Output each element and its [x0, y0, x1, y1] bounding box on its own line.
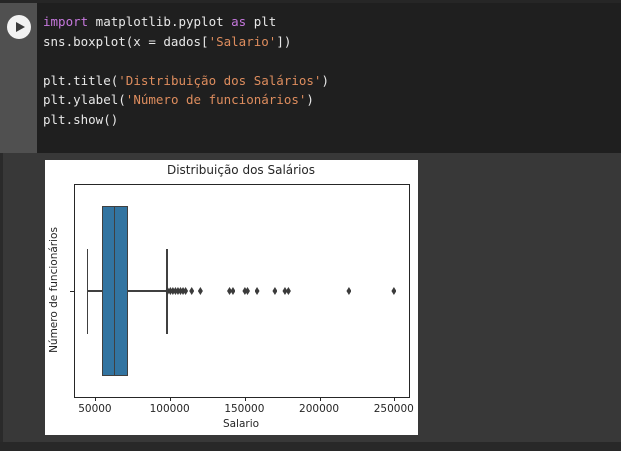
whisker-line-low: [87, 290, 102, 292]
code-token-plain: sns.boxplot(x = dados[: [43, 33, 209, 49]
notebook-background-strip: [0, 442, 621, 451]
x-tick-label: 50000: [78, 403, 112, 415]
code-token-plain: ]): [276, 33, 292, 49]
outlier-diamond: [183, 287, 189, 295]
code-token-string: 'Distribuição dos Salários': [118, 72, 322, 88]
outlier-diamond: [272, 287, 278, 295]
code-token-plain: plt: [246, 14, 277, 29]
outlier-diamond: [189, 287, 195, 295]
outlier-diamond: [197, 287, 203, 295]
code-token-string: 'Número de funcionários': [125, 92, 307, 107]
x-tick-mark: [319, 397, 321, 401]
code-token-plain: ): [321, 72, 329, 88]
matplotlib-figure: Distribuição dos Salários Número de func…: [45, 160, 418, 435]
outlier-diamond: [254, 287, 260, 295]
code-token-plain: ): [306, 92, 314, 107]
code-token-plain: plt.title(: [43, 72, 119, 88]
x-tick-label: 200000: [299, 403, 340, 415]
x-axis-label: Salario: [222, 418, 260, 430]
code-token-string: 'Salario': [208, 33, 277, 49]
x-tick-mark: [170, 397, 172, 401]
whisker-line-high: [128, 290, 167, 292]
outlier-diamond: [230, 287, 236, 295]
x-tick-label: 150000: [224, 403, 265, 415]
y-axis-label: Número de funcionários: [48, 227, 60, 353]
x-tick-mark: [394, 397, 396, 401]
chart-title: Distribuição dos Salários: [166, 163, 315, 177]
whisker-cap-low: [86, 249, 89, 334]
code-token-plain: plt.show(): [43, 111, 119, 127]
code-line: import matplotlib.pyplot as plt: [43, 12, 621, 32]
code-token-keyword: as: [231, 14, 247, 29]
code-editor[interactable]: import matplotlib.pyplot as plt sns.boxpl…: [37, 3, 621, 153]
x-tick-mark: [244, 397, 246, 401]
x-tick-mark: [95, 397, 97, 401]
code-line: plt.show(): [43, 110, 621, 130]
median-line: [113, 206, 116, 376]
outlier-diamond: [391, 287, 397, 295]
y-tick-mark: [70, 290, 74, 292]
plot-axes: [70, 184, 410, 401]
code-line: sns.boxplot(x = dados['Salario']): [43, 32, 621, 52]
x-tick-label: 100000: [149, 403, 190, 415]
outlier-diamond: [346, 287, 352, 295]
cell-output: Distribuição dos Salários Número de func…: [0, 153, 621, 442]
code-line: plt.title('Distribuição dos Salários'): [43, 71, 621, 91]
outlier-diamond: [244, 287, 250, 295]
cell-gutter: [0, 3, 37, 153]
code-token-plain: plt.ylabel(: [43, 92, 126, 107]
play-icon: [15, 22, 25, 32]
code-token-plain: matplotlib.pyplot: [88, 14, 232, 29]
run-cell-button[interactable]: [6, 15, 31, 39]
code-token-keyword: import: [43, 14, 89, 29]
code-line: ​: [43, 51, 621, 71]
code-line: plt.ylabel('Número de funcionários'): [43, 90, 621, 110]
code-cell: import matplotlib.pyplot as plt sns.boxpl…: [0, 3, 621, 153]
x-tick-label: 250000: [373, 403, 414, 415]
outlier-diamond: [285, 287, 291, 295]
